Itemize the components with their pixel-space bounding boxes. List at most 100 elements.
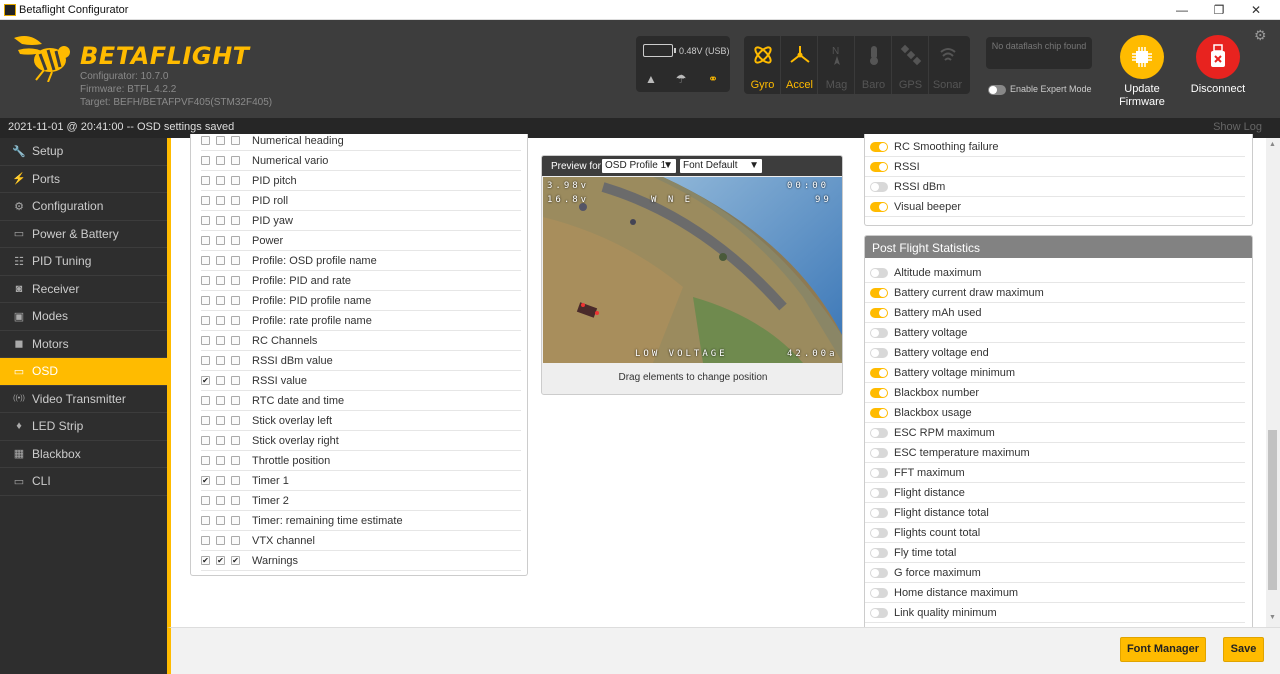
osd-element-checkbox[interactable] xyxy=(231,356,240,365)
nav-item-power-battery[interactable]: ▭ Power & Battery xyxy=(0,221,167,248)
toggle-switch[interactable] xyxy=(870,368,888,378)
osd-element-checkbox[interactable] xyxy=(201,496,210,505)
toggle-switch[interactable] xyxy=(870,468,888,478)
toggle-switch[interactable] xyxy=(870,142,888,152)
osd-element-checkbox[interactable] xyxy=(216,156,225,165)
osd-element-checkbox[interactable] xyxy=(201,416,210,425)
osd-element-checkbox[interactable]: ✔ xyxy=(201,556,210,565)
nav-item-blackbox[interactable]: ▦ Blackbox xyxy=(0,441,167,468)
osd-element-checkbox[interactable] xyxy=(216,516,225,525)
scroll-down-icon[interactable]: ▼ xyxy=(1269,614,1276,621)
nav-item-osd[interactable]: ▭ OSD xyxy=(0,358,167,386)
toggle-switch[interactable] xyxy=(870,548,888,558)
osd-element-checkbox[interactable] xyxy=(201,296,210,305)
osd-element-checkbox[interactable] xyxy=(201,196,210,205)
osd-element-checkbox[interactable] xyxy=(216,496,225,505)
osd-element-checkbox[interactable]: ✔ xyxy=(216,556,225,565)
toggle-switch[interactable] xyxy=(870,428,888,438)
scrollbar-thumb[interactable] xyxy=(1268,430,1277,590)
nav-item-pid-tuning[interactable]: ☷ PID Tuning xyxy=(0,248,167,276)
toggle-switch[interactable] xyxy=(870,288,888,298)
nav-item-led-strip[interactable]: ♦ LED Strip xyxy=(0,413,167,441)
nav-item-video-transmitter[interactable]: ((•)) Video Transmitter xyxy=(0,386,167,413)
osd-element-checkbox[interactable] xyxy=(216,256,225,265)
osd-element-checkbox[interactable] xyxy=(201,316,210,325)
osd-element-checkbox[interactable] xyxy=(216,276,225,285)
osd-element-checkbox[interactable] xyxy=(231,536,240,545)
nav-item-cli[interactable]: ▭ CLI xyxy=(0,468,167,496)
expert-toggle-switch[interactable] xyxy=(988,84,1006,95)
osd-element-checkbox[interactable] xyxy=(231,216,240,225)
nav-item-modes[interactable]: ▣ Modes xyxy=(0,303,167,331)
osd-rssi[interactable]: 99 xyxy=(815,195,832,205)
osd-warning[interactable]: LOW VOLTAGE xyxy=(635,349,728,359)
osd-voltage-1[interactable]: 3.98v xyxy=(547,181,589,191)
toggle-switch[interactable] xyxy=(870,568,888,578)
osd-element-checkbox[interactable] xyxy=(231,196,240,205)
osd-preview-image[interactable]: 3.98v 16.8v W N E 00:00 99 LOW VOLTAGE 4… xyxy=(543,177,842,363)
osd-element-checkbox[interactable] xyxy=(216,176,225,185)
osd-timer[interactable]: 00:00 xyxy=(787,181,829,191)
osd-element-checkbox[interactable] xyxy=(231,236,240,245)
osd-element-checkbox[interactable] xyxy=(231,436,240,445)
osd-element-checkbox[interactable] xyxy=(231,136,240,145)
osd-element-checkbox[interactable] xyxy=(201,256,210,265)
toggle-switch[interactable] xyxy=(870,528,888,538)
toggle-switch[interactable] xyxy=(870,268,888,278)
osd-element-checkbox[interactable] xyxy=(201,456,210,465)
toggle-switch[interactable] xyxy=(870,182,888,192)
osd-element-checkbox[interactable] xyxy=(201,236,210,245)
toggle-switch[interactable] xyxy=(870,308,888,318)
osd-voltage-2[interactable]: 16.8v xyxy=(547,195,589,205)
nav-item-configuration[interactable]: ⚙ Configuration xyxy=(0,193,167,221)
osd-element-checkbox[interactable] xyxy=(201,436,210,445)
toggle-switch[interactable] xyxy=(870,328,888,338)
disconnect-button[interactable]: Disconnect xyxy=(1183,35,1253,96)
settings-gear-icon[interactable]: ⚙ xyxy=(1254,27,1267,44)
toggle-switch[interactable] xyxy=(870,162,888,172)
scroll-up-icon[interactable]: ▲ xyxy=(1269,141,1276,148)
osd-profile-select[interactable]: OSD Profile 1 ▼ xyxy=(602,159,676,173)
osd-element-checkbox[interactable] xyxy=(216,396,225,405)
osd-element-checkbox[interactable] xyxy=(201,336,210,345)
osd-element-checkbox[interactable] xyxy=(231,456,240,465)
osd-element-checkbox[interactable] xyxy=(231,316,240,325)
osd-element-checkbox[interactable] xyxy=(216,456,225,465)
osd-element-checkbox[interactable] xyxy=(201,176,210,185)
osd-element-checkbox[interactable] xyxy=(231,416,240,425)
osd-element-checkbox[interactable] xyxy=(201,516,210,525)
font-manager-button[interactable]: Font Manager xyxy=(1120,637,1206,662)
osd-element-checkbox[interactable] xyxy=(216,416,225,425)
osd-element-checkbox[interactable] xyxy=(216,336,225,345)
osd-element-checkbox[interactable] xyxy=(231,156,240,165)
osd-mah[interactable]: 42.00a xyxy=(787,349,838,359)
osd-element-checkbox[interactable] xyxy=(216,196,225,205)
toggle-switch[interactable] xyxy=(870,202,888,212)
toggle-switch[interactable] xyxy=(870,588,888,598)
nav-item-motors[interactable]: ◼ Motors xyxy=(0,331,167,358)
osd-element-checkbox[interactable] xyxy=(231,296,240,305)
osd-element-checkbox[interactable] xyxy=(216,476,225,485)
osd-element-checkbox[interactable] xyxy=(216,436,225,445)
minimize-button[interactable]: — xyxy=(1170,2,1194,18)
show-log-link[interactable]: Show Log xyxy=(1213,121,1262,133)
osd-element-checkbox[interactable] xyxy=(231,496,240,505)
osd-element-checkbox[interactable] xyxy=(231,516,240,525)
osd-element-checkbox[interactable] xyxy=(201,156,210,165)
osd-element-checkbox[interactable] xyxy=(201,536,210,545)
close-button[interactable]: ✕ xyxy=(1244,2,1268,18)
osd-element-checkbox[interactable] xyxy=(201,396,210,405)
font-select[interactable]: Font Default ▼ xyxy=(680,159,762,173)
vertical-scrollbar[interactable]: ▲ ▼ xyxy=(1266,138,1280,627)
osd-element-checkbox[interactable] xyxy=(231,176,240,185)
osd-element-checkbox[interactable] xyxy=(231,376,240,385)
osd-element-checkbox[interactable]: ✔ xyxy=(201,476,210,485)
osd-element-checkbox[interactable] xyxy=(216,296,225,305)
osd-element-checkbox[interactable] xyxy=(201,136,210,145)
osd-element-checkbox[interactable]: ✔ xyxy=(231,556,240,565)
maximize-button[interactable]: ❐ xyxy=(1207,2,1231,18)
osd-element-checkbox[interactable] xyxy=(216,356,225,365)
expert-mode-toggle[interactable]: Enable Expert Mode xyxy=(988,84,1092,95)
osd-element-checkbox[interactable] xyxy=(216,216,225,225)
osd-element-checkbox[interactable] xyxy=(201,356,210,365)
